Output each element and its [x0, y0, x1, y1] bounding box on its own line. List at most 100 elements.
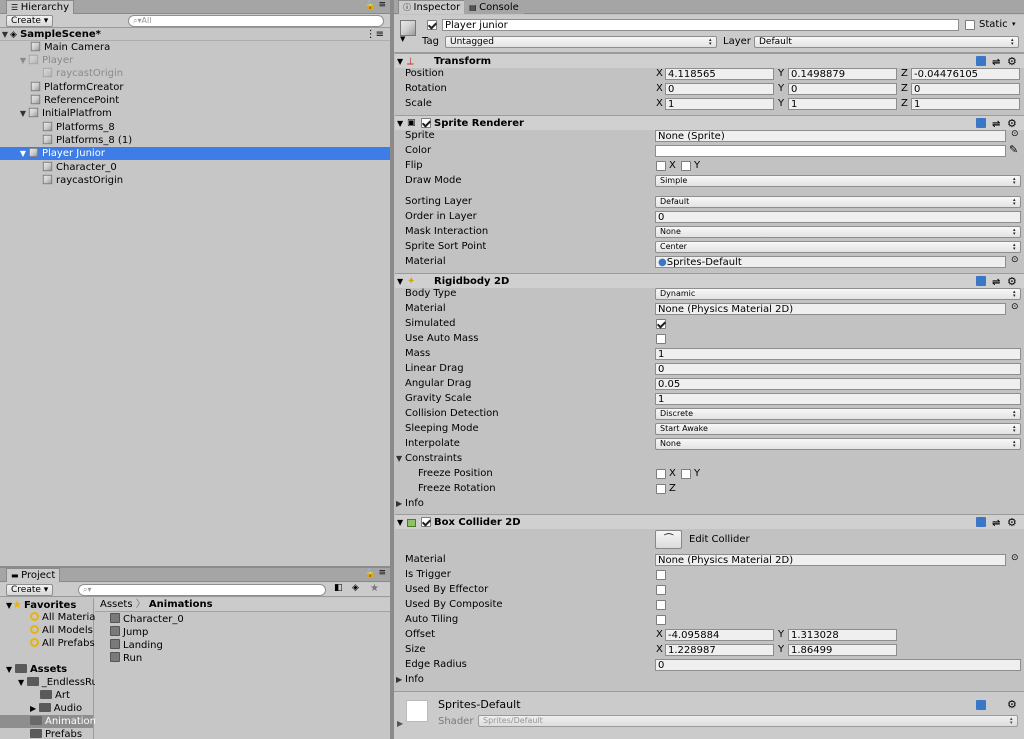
freeze-position-x-checkbox[interactable]: [656, 469, 666, 479]
help-book-icon[interactable]: [976, 700, 986, 710]
auto-tiling-checkbox[interactable]: [656, 615, 666, 625]
favorite-all-models[interactable]: All Models: [0, 624, 93, 637]
rotation-x-field[interactable]: 0: [665, 83, 774, 95]
lock-icon[interactable]: 🔒: [365, 1, 376, 11]
sprite-renderer-header[interactable]: ▼ ▣ Sprite Renderer ⇌ ⚙: [395, 115, 1024, 130]
favorite-all-materials[interactable]: All Material: [0, 611, 98, 624]
create-button[interactable]: Create ▾: [6, 584, 54, 596]
favorite-star-icon[interactable]: ★: [370, 583, 379, 594]
tab-project[interactable]: ▬ Project: [6, 568, 61, 582]
used-by-composite-checkbox[interactable]: [656, 600, 666, 610]
simulated-checkbox[interactable]: [656, 319, 666, 329]
scale-x-field[interactable]: 1: [665, 98, 774, 110]
constraints-expand-icon[interactable]: ▼: [396, 454, 402, 463]
freeze-rotation-z-checkbox[interactable]: [656, 484, 666, 494]
expand-arrow-icon[interactable]: ▼: [397, 116, 403, 131]
scale-y-field[interactable]: 1: [788, 98, 897, 110]
tag-dropdown[interactable]: Untagged: [445, 36, 717, 48]
used-by-effector-checkbox[interactable]: [656, 585, 666, 595]
object-name-field[interactable]: Player junior: [442, 19, 959, 31]
file-run[interactable]: Run: [95, 652, 390, 665]
rb-material-field[interactable]: None (Physics Material 2D): [655, 303, 1006, 315]
position-y-field[interactable]: 0.1498879: [788, 68, 897, 80]
object-picker-icon[interactable]: ⊙: [1011, 129, 1019, 139]
hierarchy-item-main-camera[interactable]: Main Camera: [0, 41, 390, 54]
lock-icon[interactable]: 🔒: [365, 569, 376, 579]
hierarchy-item-initialplatfrom[interactable]: ▼ InitialPlatfrom: [0, 107, 390, 120]
object-picker-icon[interactable]: ⊙: [1011, 553, 1019, 563]
help-book-icon[interactable]: [976, 56, 986, 66]
flip-x-checkbox[interactable]: [656, 161, 666, 171]
info-expand-icon[interactable]: ▶: [396, 499, 402, 508]
gear-icon[interactable]: ⚙: [1007, 698, 1017, 711]
hierarchy-item-platformcreator[interactable]: PlatformCreator: [0, 81, 390, 94]
use-auto-mass-checkbox[interactable]: [656, 334, 666, 344]
expand-arrow-icon[interactable]: ▼: [18, 54, 28, 67]
panel-menu-icon[interactable]: ≡: [378, 0, 386, 10]
help-book-icon[interactable]: [976, 276, 986, 286]
sorting-layer-dropdown[interactable]: Default: [655, 196, 1021, 208]
active-toggle[interactable]: [427, 20, 437, 30]
hierarchy-item-referencepoint[interactable]: ReferencePoint: [0, 94, 390, 107]
rigidbody-header[interactable]: ▼ ✦ Rigidbody 2D ⇌ ⚙: [395, 273, 1024, 288]
expand-arrow-icon[interactable]: ▼: [6, 665, 15, 674]
search-input[interactable]: ⌕▾: [78, 584, 326, 596]
hierarchy-item-platforms8[interactable]: Platforms_8: [0, 121, 390, 134]
sprite-material-field[interactable]: ●Sprites-Default: [655, 256, 1006, 268]
create-button[interactable]: Create ▾: [6, 15, 54, 27]
order-in-layer-field[interactable]: 0: [655, 211, 1021, 223]
help-book-icon[interactable]: [976, 517, 986, 527]
file-landing[interactable]: Landing: [95, 639, 390, 652]
expand-arrow-icon[interactable]: ▼: [397, 54, 403, 69]
expand-arrow-icon[interactable]: ▼: [0, 28, 10, 41]
sprite-sort-point-dropdown[interactable]: Center: [655, 241, 1021, 253]
object-picker-icon[interactable]: ⊙: [1011, 302, 1019, 312]
breadcrumb-current[interactable]: Animations: [149, 599, 213, 610]
search-input[interactable]: ⌕▾All: [128, 15, 384, 27]
folder-audio[interactable]: ▶ Audio: [0, 702, 93, 715]
help-book-icon[interactable]: [976, 118, 986, 128]
file-character0[interactable]: Character_0: [95, 613, 390, 626]
gravity-scale-field[interactable]: 1: [655, 393, 1021, 405]
gear-icon[interactable]: ⚙: [1007, 274, 1017, 289]
scene-menu-icon[interactable]: ⋮≡: [366, 28, 384, 41]
static-dropdown-icon[interactable]: ▾: [1012, 20, 1016, 28]
hierarchy-item-platforms8-1[interactable]: Platforms_8 (1): [0, 134, 390, 147]
favorite-all-prefabs[interactable]: All Prefabs: [0, 637, 95, 650]
panel-menu-icon[interactable]: ≡: [378, 568, 386, 578]
rotation-z-field[interactable]: 0: [911, 83, 1020, 95]
hierarchy-item-raycastorigin[interactable]: raycastOrigin: [0, 67, 390, 80]
offset-x-field[interactable]: -4.095884: [665, 629, 774, 641]
hierarchy-item-raycastorigin-2[interactable]: raycastOrigin: [0, 174, 390, 187]
scene-row[interactable]: ▼ ◈ SampleScene* ⋮≡: [0, 28, 390, 41]
constraints-label[interactable]: Constraints: [405, 451, 462, 466]
sprite-renderer-enabled-checkbox[interactable]: [421, 118, 431, 128]
linear-drag-field[interactable]: 0: [655, 363, 1021, 375]
freeze-position-y-checkbox[interactable]: [681, 469, 691, 479]
folder-prefabs[interactable]: Prefabs: [0, 728, 93, 739]
color-field[interactable]: [655, 145, 1006, 157]
tab-inspector[interactable]: ⓘ Inspector: [398, 0, 466, 14]
info-expand-icon[interactable]: ▶: [396, 675, 402, 684]
expand-arrow-icon[interactable]: ▼: [397, 274, 403, 289]
edit-collider-button[interactable]: ⏜: [655, 530, 682, 549]
object-picker-icon[interactable]: ⊙: [1011, 255, 1019, 265]
position-x-field[interactable]: 4.118565: [665, 68, 774, 80]
expand-arrow-icon[interactable]: ▶: [30, 704, 39, 713]
mass-field[interactable]: 1: [655, 348, 1021, 360]
breadcrumb-root[interactable]: Assets: [100, 599, 133, 610]
folder-endlessrunner[interactable]: ▼ _EndlessRu: [0, 676, 98, 689]
tab-console[interactable]: ▤ Console: [464, 0, 524, 14]
body-type-dropdown[interactable]: Dynamic: [655, 288, 1021, 300]
draw-mode-dropdown[interactable]: Simple: [655, 175, 1021, 187]
bc-material-field[interactable]: None (Physics Material 2D): [655, 554, 1006, 566]
angular-drag-field[interactable]: 0.05: [655, 378, 1021, 390]
rotation-y-field[interactable]: 0: [788, 83, 897, 95]
mask-interaction-dropdown[interactable]: None: [655, 226, 1021, 238]
size-x-field[interactable]: 1.228987: [665, 644, 774, 656]
preset-icon[interactable]: ⇌: [992, 516, 1000, 531]
expand-arrow-icon[interactable]: ▼: [18, 107, 28, 120]
collision-detection-dropdown[interactable]: Discrete: [655, 408, 1021, 420]
gameobject-icon[interactable]: [400, 20, 416, 36]
bc-info-label[interactable]: Info: [405, 672, 424, 687]
